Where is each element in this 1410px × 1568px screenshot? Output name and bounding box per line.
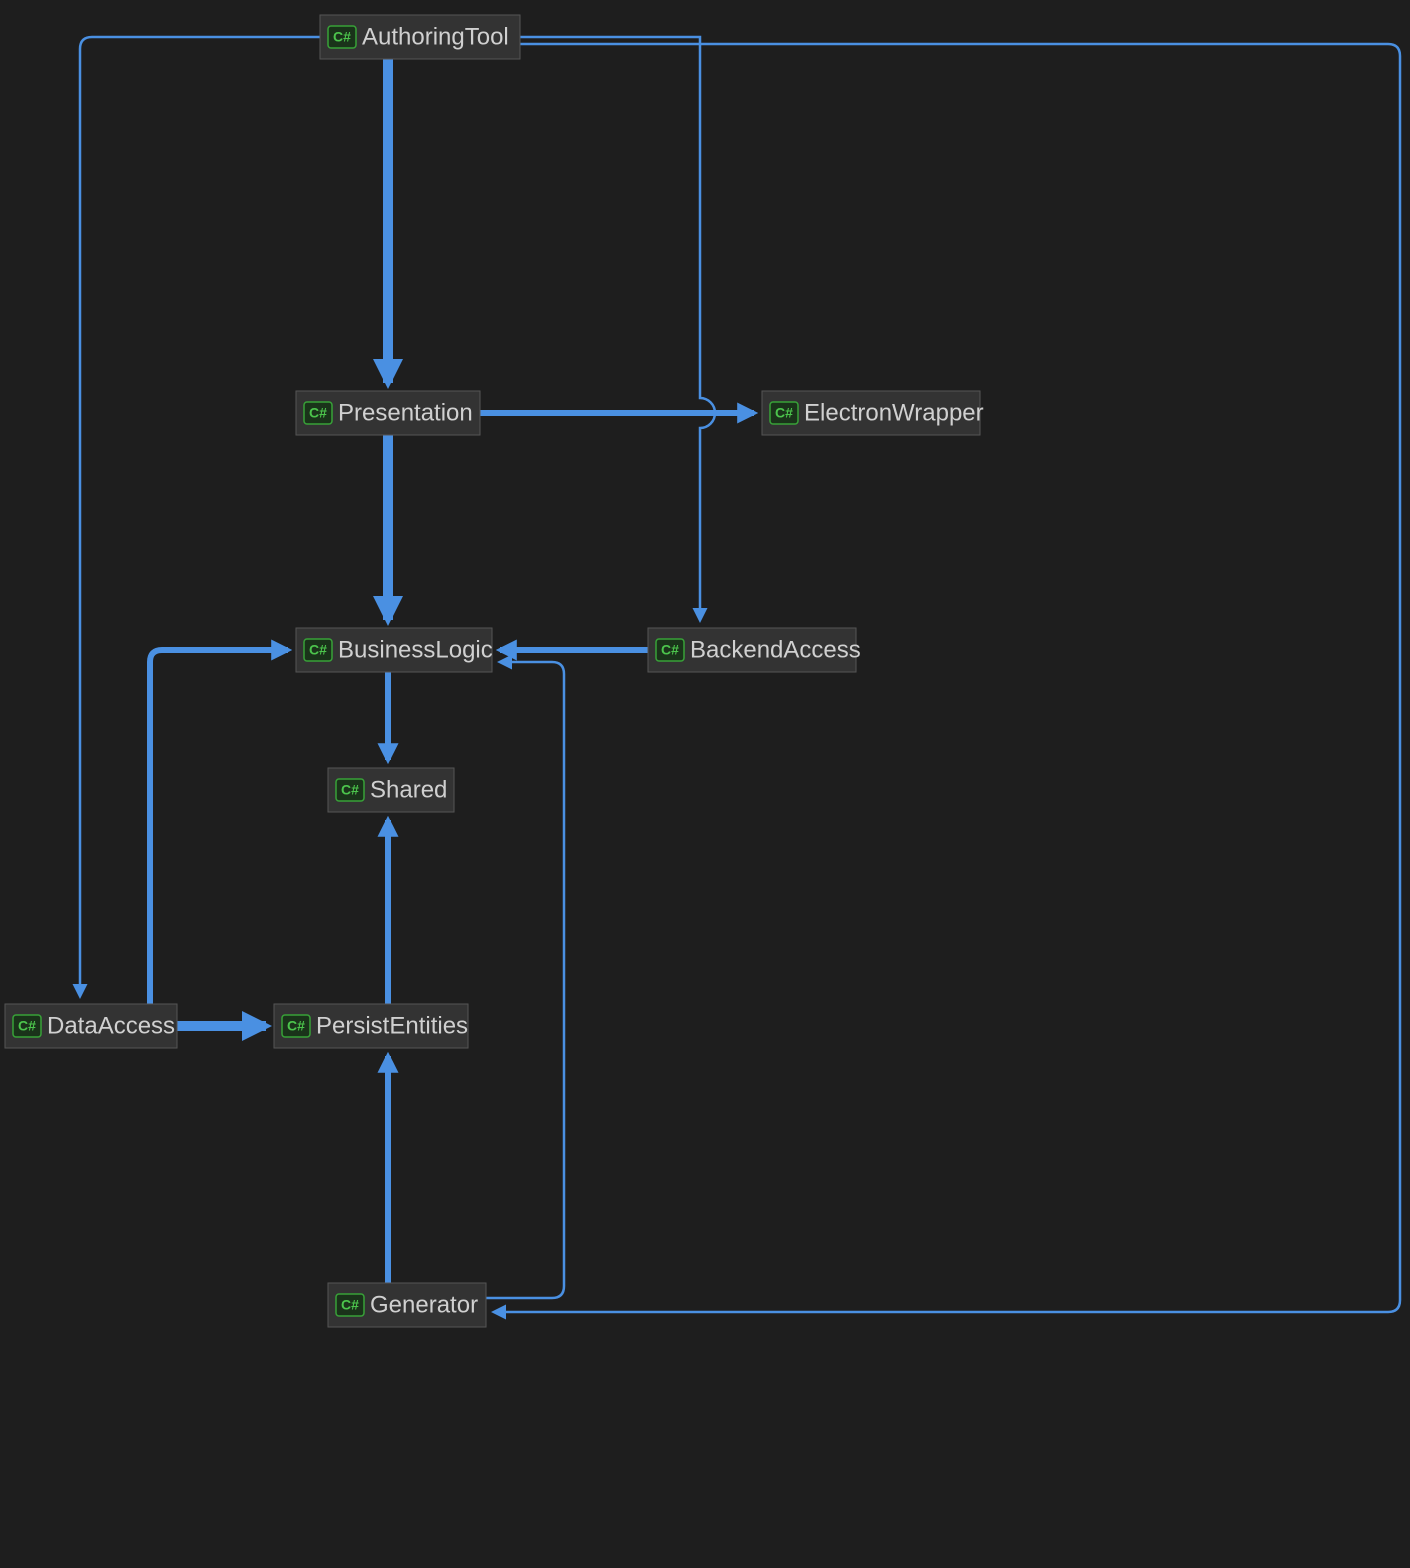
csharp-icon: C#	[309, 642, 327, 658]
node-backendaccess[interactable]: C# BackendAccess	[648, 628, 861, 672]
node-label: Presentation	[338, 399, 473, 426]
node-authoringtool[interactable]: C# AuthoringTool	[320, 15, 520, 59]
node-label: BusinessLogic	[338, 636, 493, 663]
edge-authoringtool-generator	[494, 44, 1400, 1312]
node-generator[interactable]: C# Generator	[328, 1283, 486, 1327]
node-label: ElectronWrapper	[804, 399, 984, 426]
csharp-icon: C#	[775, 405, 793, 421]
csharp-icon: C#	[341, 1297, 359, 1313]
node-electronwrapper[interactable]: C# ElectronWrapper	[762, 391, 984, 435]
node-dataaccess[interactable]: C# DataAccess	[5, 1004, 177, 1048]
node-label: DataAccess	[47, 1012, 175, 1039]
csharp-icon: C#	[661, 642, 679, 658]
node-label: BackendAccess	[690, 636, 861, 663]
node-persistentities[interactable]: C# PersistEntities	[274, 1004, 468, 1048]
node-label: AuthoringTool	[362, 23, 509, 50]
csharp-icon: C#	[18, 1018, 36, 1034]
csharp-icon: C#	[341, 782, 359, 798]
edge-authoringtool-backendaccess	[520, 37, 715, 620]
edge-authoringtool-dataaccess	[80, 37, 320, 996]
csharp-icon: C#	[309, 405, 327, 421]
node-presentation[interactable]: C# Presentation	[296, 391, 480, 435]
csharp-icon: C#	[287, 1018, 305, 1034]
edges-layer	[80, 37, 1400, 1312]
edge-generator-businesslogic	[486, 662, 564, 1298]
edge-dataaccess-businesslogic	[150, 650, 288, 1004]
node-label: Shared	[370, 776, 447, 803]
node-businesslogic[interactable]: C# BusinessLogic	[296, 628, 493, 672]
dependency-diagram: C# AuthoringTool C# Presentation C# Elec…	[0, 0, 1410, 1568]
node-shared[interactable]: C# Shared	[328, 768, 454, 812]
node-label: Generator	[370, 1291, 478, 1318]
csharp-icon: C#	[333, 29, 351, 45]
node-label: PersistEntities	[316, 1012, 468, 1039]
